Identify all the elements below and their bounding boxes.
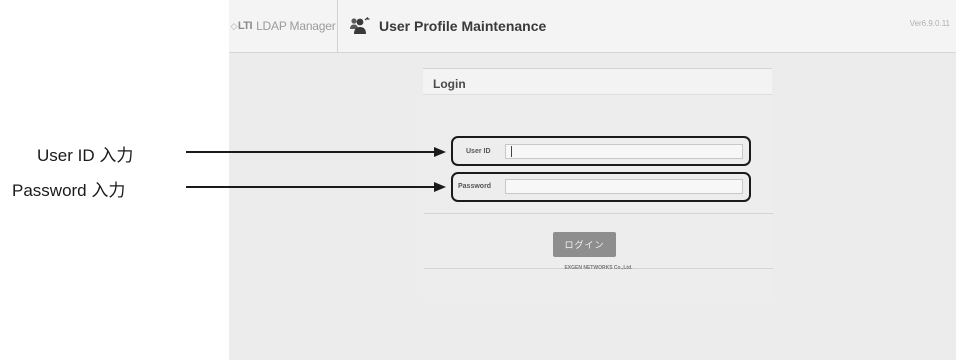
footer-copyright: EXGEN NETWORKS Co.,Ltd. <box>564 265 633 271</box>
version-label: Ver6.9.0.11 <box>909 19 950 28</box>
login-button[interactable]: ログイン <box>553 232 616 257</box>
password-callout: Password 入力 <box>12 181 126 200</box>
password-arrow-line <box>186 186 436 188</box>
user-id-arrow-head <box>434 147 446 157</box>
user-id-arrow-line <box>186 151 436 153</box>
page-title: User Profile Maintenance <box>379 18 547 34</box>
app-title-area: User Profile Maintenance <box>349 0 546 52</box>
password-highlight <box>451 172 751 202</box>
password-arrow-head <box>434 182 446 192</box>
user-id-callout: User ID 入力 <box>37 146 134 165</box>
brand-name: LDAP Manager <box>256 19 336 33</box>
login-header: Login <box>423 68 772 95</box>
login-title: Login <box>433 77 466 91</box>
lti-logo-icon: ◇LTI <box>230 20 253 32</box>
brand-logo-text: LTI <box>237 20 253 32</box>
app-header: ◇LTI LDAP Manager User Profile Maintenan… <box>229 0 956 53</box>
user-id-highlight <box>451 136 751 166</box>
users-icon <box>350 17 370 34</box>
brand[interactable]: ◇LTI LDAP Manager <box>229 0 338 52</box>
form-separator <box>424 213 773 214</box>
